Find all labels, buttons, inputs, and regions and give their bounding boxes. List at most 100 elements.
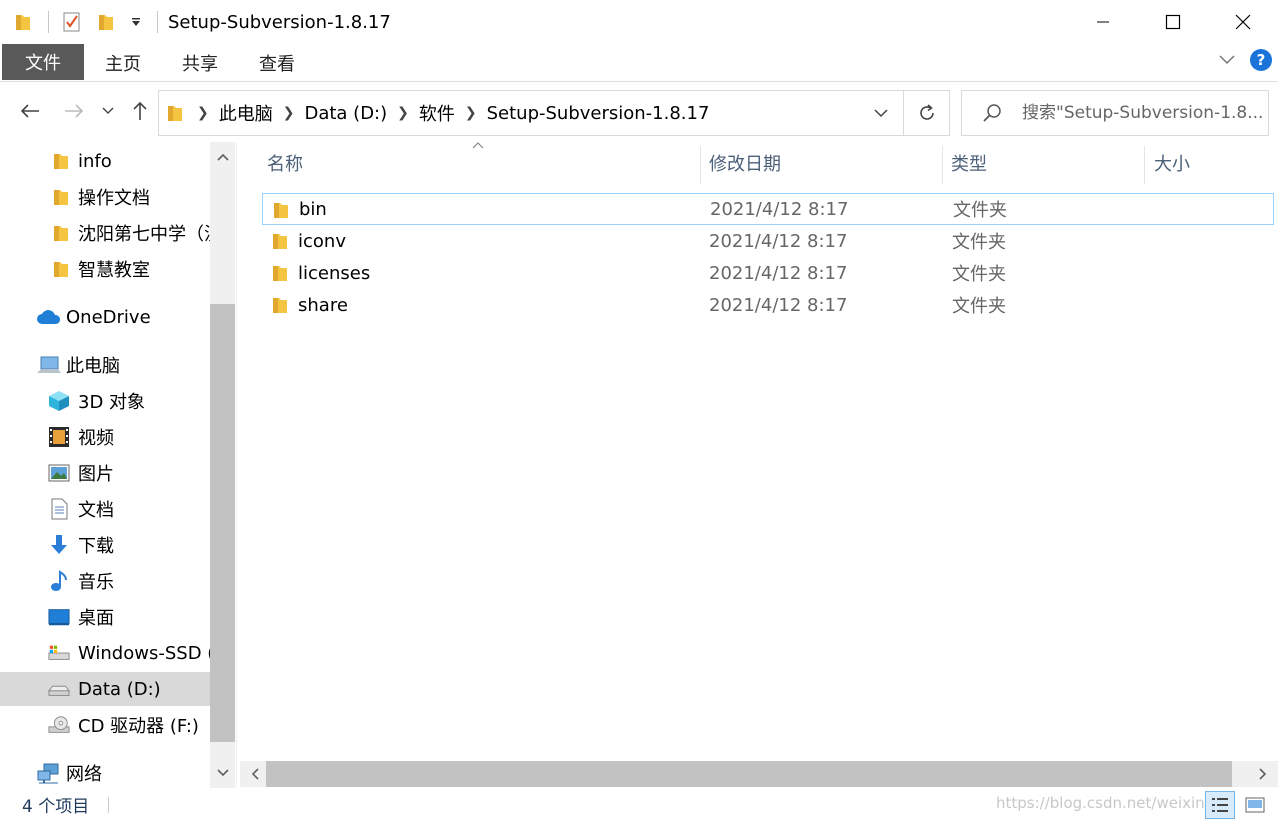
minimize-icon bbox=[1097, 21, 1109, 23]
toolbar-separator bbox=[48, 11, 49, 33]
sidebar-item-operation-docs[interactable]: 操作文档 bbox=[0, 180, 210, 214]
tab-share[interactable]: 共享 bbox=[162, 46, 238, 80]
sidebar-item-downloads[interactable]: 下载 bbox=[0, 528, 210, 562]
window-title: Setup-Subversion-1.8.17 bbox=[168, 11, 391, 33]
sidebar-item-label: 网络 bbox=[66, 764, 102, 785]
tab-home[interactable]: 主页 bbox=[86, 46, 160, 80]
scrollbar-thumb[interactable] bbox=[210, 304, 235, 742]
address-history-button[interactable] bbox=[859, 91, 903, 135]
sidebar-item-music[interactable]: 音乐 bbox=[0, 564, 210, 598]
sidebar-item-label: 图片 bbox=[78, 464, 114, 485]
cloud-icon bbox=[36, 306, 62, 328]
breadcrumb-this-pc[interactable]: 此电脑 bbox=[219, 100, 273, 126]
maximize-button[interactable] bbox=[1138, 0, 1208, 44]
folder-icon bbox=[50, 186, 72, 208]
sidebar-item-label: Windows-SSD (C:) bbox=[78, 642, 210, 664]
sidebar-item-windows-ssd[interactable]: Windows-SSD (C:) bbox=[0, 636, 210, 670]
back-button[interactable] bbox=[16, 96, 44, 126]
sidebar-item-videos[interactable]: 视频 bbox=[0, 420, 210, 454]
sidebar-item-onedrive[interactable]: OneDrive bbox=[0, 300, 210, 334]
ribbon-tabs: 文件 主页 共享 查看 ? bbox=[0, 44, 1278, 82]
details-view-button[interactable] bbox=[1205, 791, 1235, 819]
status-bar: 4 个项目 https://blog.csdn.net/weixin_4 bbox=[0, 788, 1278, 822]
table-row[interactable]: share 2021/4/12 8:17 文件夹 bbox=[262, 289, 1274, 321]
chevron-left-icon[interactable] bbox=[242, 761, 268, 787]
sidebar-item-documents[interactable]: 文档 bbox=[0, 492, 210, 526]
file-name: bin bbox=[299, 198, 327, 220]
sidebar-item-label: OneDrive bbox=[66, 306, 151, 328]
help-icon[interactable]: ? bbox=[1250, 49, 1272, 71]
chevron-right-icon[interactable]: ❯ bbox=[197, 105, 209, 121]
sidebar-item-label: 沈阳第七中学（沈 bbox=[78, 224, 210, 245]
chevron-down-icon[interactable] bbox=[210, 760, 235, 786]
chevron-down-icon bbox=[874, 108, 888, 117]
customize-toolbar-icon[interactable] bbox=[129, 10, 143, 34]
column-header-modified[interactable]: 修改日期 bbox=[701, 142, 941, 184]
chevron-up-icon[interactable] bbox=[210, 144, 235, 170]
sidebar-item-desktop[interactable]: 桌面 bbox=[0, 600, 210, 634]
column-header-name[interactable]: 名称 bbox=[259, 142, 699, 184]
search-input[interactable] bbox=[1022, 103, 1266, 123]
table-row[interactable]: iconv 2021/4/12 8:17 文件夹 bbox=[262, 225, 1274, 257]
refresh-button[interactable] bbox=[903, 91, 949, 135]
arrow-left-icon bbox=[20, 104, 39, 118]
table-row[interactable]: licenses 2021/4/12 8:17 文件夹 bbox=[262, 257, 1274, 289]
sidebar-item-cd-drive[interactable]: CD 驱动器 (F:) bbox=[0, 708, 210, 742]
sidebar-item-school[interactable]: 沈阳第七中学（沈 bbox=[0, 216, 210, 250]
scrollbar-thumb[interactable] bbox=[266, 761, 1232, 787]
sidebar-item-label: 桌面 bbox=[78, 608, 114, 629]
sidebar-item-data-drive[interactable]: Data (D:) bbox=[0, 672, 210, 706]
expand-ribbon-icon[interactable] bbox=[1218, 54, 1236, 66]
close-button[interactable] bbox=[1208, 0, 1278, 44]
folder-icon bbox=[12, 10, 34, 34]
large-icons-view-button[interactable] bbox=[1240, 791, 1270, 819]
chevron-right-icon[interactable]: ❯ bbox=[465, 105, 477, 121]
sidebar-scrollbar[interactable] bbox=[210, 142, 235, 788]
tab-view[interactable]: 查看 bbox=[240, 46, 314, 80]
table-row[interactable]: bin 2021/4/12 8:17 文件夹 bbox=[262, 193, 1274, 225]
navigation-bar: ❯ 此电脑 ❯ Data (D:) ❯ 软件 ❯ Setup-Subversio… bbox=[0, 83, 1278, 141]
sidebar-item-label: 下载 bbox=[78, 536, 114, 557]
sidebar-item-smart-classroom[interactable]: 智慧教室 bbox=[0, 252, 210, 286]
minimize-button[interactable] bbox=[1068, 0, 1138, 44]
search-box[interactable] bbox=[961, 90, 1269, 136]
maximize-icon bbox=[1165, 14, 1181, 30]
file-list-horizontal-scrollbar[interactable] bbox=[240, 761, 1278, 787]
navigation-pane: info 操作文档 沈阳第七中学（沈 智慧教室 OneDrive 此电脑 3D … bbox=[0, 142, 236, 788]
properties-icon[interactable] bbox=[61, 10, 83, 34]
chevron-right-icon[interactable]: ❯ bbox=[397, 105, 409, 121]
forward-button[interactable] bbox=[60, 96, 88, 126]
up-button[interactable] bbox=[126, 96, 154, 126]
new-folder-icon[interactable] bbox=[95, 10, 117, 34]
drive-icon bbox=[48, 678, 70, 700]
sidebar-item-network[interactable]: 网络 bbox=[0, 756, 210, 788]
download-icon bbox=[48, 534, 70, 556]
column-divider[interactable] bbox=[1144, 146, 1145, 184]
file-type: 文件夹 bbox=[952, 296, 1006, 317]
breadcrumb-current-folder[interactable]: Setup-Subversion-1.8.17 bbox=[487, 103, 710, 124]
network-icon bbox=[36, 762, 62, 784]
column-header-type[interactable]: 类型 bbox=[943, 142, 1143, 184]
recent-locations-button[interactable] bbox=[98, 96, 118, 126]
chevron-right-icon[interactable] bbox=[1250, 761, 1276, 787]
watermark-text: https://blog.csdn.net/weixin_4 bbox=[996, 794, 1222, 812]
folder-icon bbox=[50, 222, 72, 244]
chevron-right-icon[interactable]: ❯ bbox=[283, 105, 295, 121]
file-modified: 2021/4/12 8:17 bbox=[709, 230, 848, 252]
column-header-size[interactable]: 大小 bbox=[1146, 142, 1276, 184]
sidebar-item-3d-objects[interactable]: 3D 对象 bbox=[0, 384, 210, 418]
folder-icon bbox=[273, 266, 287, 281]
sidebar-item-info[interactable]: info bbox=[0, 144, 210, 178]
address-bar[interactable]: ❯ 此电脑 ❯ Data (D:) ❯ 软件 ❯ Setup-Subversio… bbox=[158, 90, 950, 136]
window-controls bbox=[1068, 0, 1278, 44]
sidebar-item-this-pc[interactable]: 此电脑 bbox=[0, 348, 210, 382]
video-icon bbox=[48, 426, 70, 448]
title-bar: Setup-Subversion-1.8.17 bbox=[0, 0, 1278, 44]
refresh-icon bbox=[919, 104, 934, 120]
breadcrumb-data-drive[interactable]: Data (D:) bbox=[304, 103, 387, 124]
breadcrumb-software[interactable]: 软件 bbox=[419, 100, 455, 126]
computer-icon bbox=[36, 354, 62, 376]
sidebar-item-pictures[interactable]: 图片 bbox=[0, 456, 210, 490]
pane-divider[interactable] bbox=[236, 142, 237, 788]
tab-file[interactable]: 文件 bbox=[2, 44, 84, 80]
